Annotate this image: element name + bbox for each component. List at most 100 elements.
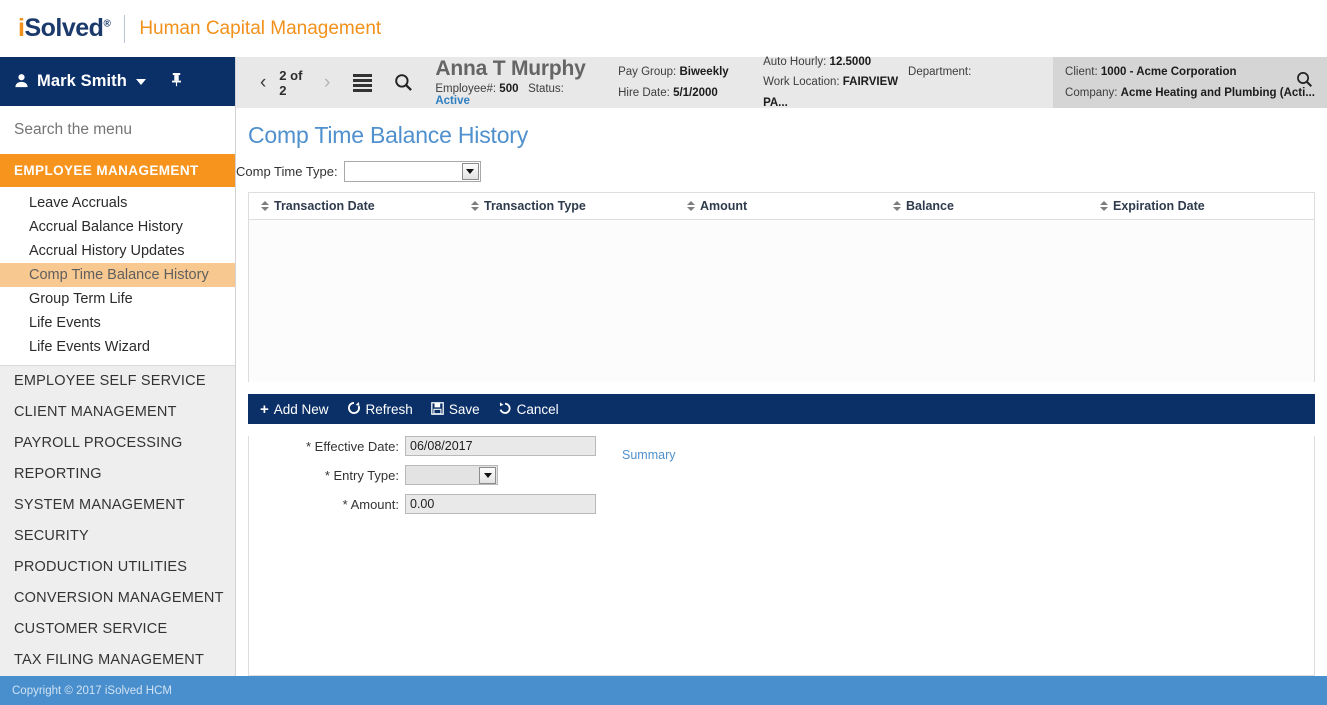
- comp-time-type-select[interactable]: [343, 161, 481, 182]
- plus-icon: +: [260, 400, 269, 418]
- entry-type-select[interactable]: [405, 465, 498, 485]
- cancel-button[interactable]: Cancel: [498, 401, 559, 417]
- client-company-panel: Client: 1000 - Acme Corporation Company:…: [1053, 57, 1327, 108]
- employee-number-label: Employee#:: [435, 83, 497, 96]
- auto-hourly-label: Auto Hourly:: [763, 56, 827, 69]
- sidebar-item-life-events-wizard[interactable]: Life Events Wizard: [0, 335, 235, 359]
- sidebar-group-reporting[interactable]: REPORTING: [0, 458, 235, 489]
- brand-header: iSolved® Human Capital Management: [0, 0, 1327, 57]
- logo-solved: Solved: [24, 14, 104, 42]
- sidebar-group-customer-service[interactable]: CUSTOMER SERVICE: [0, 613, 235, 644]
- sidebar-item-life-events[interactable]: Life Events: [0, 311, 235, 335]
- column-header-label: Transaction Date: [274, 199, 375, 213]
- transactions-grid: Transaction Date Transaction Type Amount…: [248, 192, 1315, 382]
- sidebar-group-payroll-processing[interactable]: PAYROLL PROCESSING: [0, 427, 235, 458]
- sort-icon[interactable]: [261, 201, 269, 211]
- employee-header: ‹ 2 of 2 › Anna T Murphy Employee#: 500 …: [236, 56, 1327, 109]
- add-new-label: Add New: [273, 401, 329, 417]
- column-header-transaction-type[interactable]: Transaction Type: [471, 199, 687, 213]
- brand-subtitle: Human Capital Management: [139, 17, 382, 39]
- record-edit-panel: * Effective Date: * Entry Type: * Amount…: [248, 436, 1315, 676]
- sidebar-group-client-management[interactable]: CLIENT MANAGEMENT: [0, 396, 235, 427]
- chevron-right-icon[interactable]: ›: [315, 73, 339, 92]
- sort-icon[interactable]: [687, 201, 695, 211]
- isolved-logo: iSolved®: [18, 14, 111, 43]
- sort-icon[interactable]: [1100, 201, 1108, 211]
- record-action-toolbar: + Add New Refresh Save Cancel: [248, 394, 1315, 424]
- add-new-button[interactable]: + Add New: [260, 402, 329, 417]
- department-row-spacer: [908, 83, 1053, 103]
- pay-group-value: Biweekly: [679, 66, 729, 79]
- client-company-text: Client: 1000 - Acme Corporation Company:…: [1065, 62, 1315, 102]
- grid-body-empty: [249, 220, 1314, 382]
- save-disk-icon: [430, 401, 444, 417]
- menu-search-input[interactable]: [0, 106, 235, 154]
- entry-type-label: * Entry Type:: [324, 467, 399, 483]
- sidebar-item-group-term-life[interactable]: Group Term Life: [0, 287, 235, 311]
- sidebar-group-production-utilities[interactable]: PRODUCTION UTILITIES: [0, 551, 235, 582]
- summary-link[interactable]: Summary: [622, 448, 675, 462]
- brand-divider: [124, 14, 126, 43]
- search-icon[interactable]: [394, 73, 413, 92]
- sidebar-item-comp-time-balance-history[interactable]: Comp Time Balance History: [0, 263, 235, 287]
- main-content: Comp Time Balance History Comp Time Type…: [236, 108, 1327, 676]
- list-icon[interactable]: [353, 73, 373, 92]
- page-title: Comp Time Balance History: [248, 122, 529, 148]
- refresh-button[interactable]: Refresh: [347, 401, 413, 417]
- column-header-transaction-date[interactable]: Transaction Date: [249, 199, 471, 213]
- column-header-expiration-date[interactable]: Expiration Date: [1100, 199, 1300, 213]
- sidebar-group-employee-self-service[interactable]: EMPLOYEE SELF SERVICE: [0, 365, 235, 396]
- refresh-label: Refresh: [365, 401, 413, 417]
- sidebar-user-bar[interactable]: Mark Smith: [0, 57, 235, 106]
- sidebar-group-employee-management[interactable]: EMPLOYEE MANAGEMENT: [0, 154, 235, 187]
- sidebar-subnav: Leave Accruals Accrual Balance History A…: [0, 187, 235, 365]
- sort-icon[interactable]: [471, 201, 479, 211]
- chevron-down-icon[interactable]: [461, 163, 479, 180]
- column-header-balance[interactable]: Balance: [893, 199, 1100, 213]
- footer-copyright: Copyright © 2017 iSolved HCM: [12, 684, 172, 697]
- employee-department-column: Department:: [908, 57, 1053, 108]
- comp-time-type-filter: Comp Time Type:: [236, 149, 1327, 182]
- effective-date-input[interactable]: [405, 436, 596, 456]
- column-header-label: Expiration Date: [1113, 199, 1205, 213]
- employee-status-label: Status:: [528, 83, 564, 96]
- column-header-label: Balance: [906, 199, 954, 213]
- sidebar-group-security[interactable]: SECURITY: [0, 520, 235, 551]
- pager-label: 2 of 2: [279, 67, 303, 98]
- column-header-label: Transaction Type: [484, 199, 586, 213]
- pin-icon[interactable]: [170, 72, 183, 91]
- sidebar-group-system-management[interactable]: SYSTEM MANAGEMENT: [0, 489, 235, 520]
- app-root: iSolved® Human Capital Management Mark S…: [0, 0, 1327, 705]
- hire-date-value: 5/1/2000: [673, 86, 718, 99]
- save-button[interactable]: Save: [430, 401, 480, 417]
- sidebar: Mark Smith EMPLOYEE MANAGEMENT Leave Acc…: [0, 57, 236, 705]
- column-header-amount[interactable]: Amount: [687, 199, 893, 213]
- sidebar-item-leave-accruals[interactable]: Leave Accruals: [0, 191, 235, 215]
- company-row: Company: Acme Heating and Plumbing (Acti…: [1065, 83, 1315, 103]
- chevron-left-icon[interactable]: ‹: [251, 73, 275, 92]
- refresh-icon: [347, 401, 361, 417]
- amount-input[interactable]: [405, 494, 596, 514]
- work-location-row: Work Location: FAIRVIEW PA...: [763, 72, 908, 112]
- employee-hourly-column: Auto Hourly: 12.5000 Work Location: FAIR…: [763, 56, 908, 108]
- sidebar-user-name: Mark Smith: [37, 72, 127, 90]
- sidebar-item-accrual-balance-history[interactable]: Accrual Balance History: [0, 215, 235, 239]
- hire-date-row: Hire Date: 5/1/2000: [618, 83, 763, 103]
- client-search-icon[interactable]: [1296, 70, 1313, 94]
- employee-identity: Anna T Murphy Employee#: 500 Status: Act…: [413, 57, 596, 108]
- company-label: Company:: [1065, 86, 1118, 99]
- chevron-down-icon[interactable]: [479, 467, 496, 484]
- amount-row: * Amount:: [249, 494, 1314, 514]
- chevron-down-icon[interactable]: [135, 78, 146, 85]
- logo-trademark: ®: [103, 18, 111, 30]
- sort-icon[interactable]: [893, 201, 901, 211]
- sidebar-group-conversion-management[interactable]: CONVERSION MANAGEMENT: [0, 582, 235, 613]
- company-value: Acme Heating and Plumbing (Acti...: [1120, 86, 1315, 99]
- department-row: Department:: [908, 62, 1053, 82]
- department-label: Department:: [908, 66, 972, 79]
- auto-hourly-value: 12.5000: [829, 56, 872, 69]
- sidebar-group-tax-filing-management[interactable]: TAX FILING MANAGEMENT: [0, 644, 235, 675]
- sidebar-item-accrual-history-updates[interactable]: Accrual History Updates: [0, 239, 235, 263]
- entry-type-row: * Entry Type:: [249, 465, 1314, 485]
- effective-date-label: * Effective Date:: [306, 438, 399, 454]
